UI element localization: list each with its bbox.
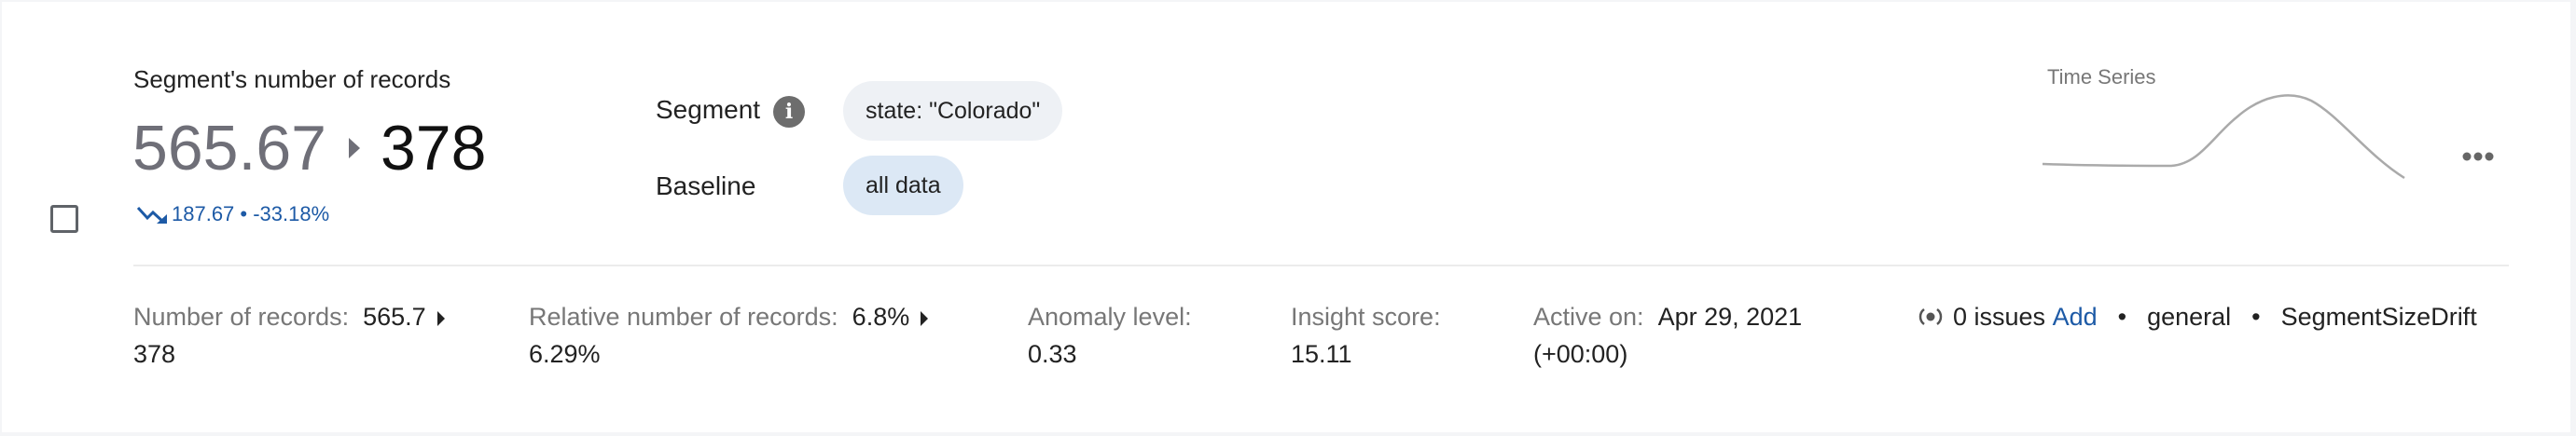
delta-summary: 187.67 • -33.18% <box>136 202 329 226</box>
value-change: 565.67 378 <box>132 112 486 184</box>
delta-value: 187.67 • -33.18% <box>172 202 330 225</box>
metric-old: 565.7 <box>363 303 426 331</box>
metric-label: Insight score: <box>1291 303 1441 331</box>
metric-anomaly: Anomaly level: 0.33 <box>1028 298 1192 373</box>
metric-new: 6.29% <box>529 340 601 368</box>
segment-chip[interactable]: state: "Colorado" <box>843 81 1063 141</box>
arrow-right-icon <box>348 138 360 158</box>
radio-signal-icon <box>1918 307 1943 325</box>
divider <box>133 265 2509 266</box>
metric-insight: Insight score: 15.11 <box>1291 298 1441 373</box>
metric-relative: Relative number of records: 6.8% 6.29% <box>529 298 929 373</box>
metric-new: 378 <box>133 340 176 368</box>
metric-label: Anomaly level: <box>1028 303 1192 331</box>
insight-card: Segment's number of records 565.67 378 18… <box>2 2 2570 432</box>
baseline-label: Baseline <box>656 171 756 200</box>
active-date: Apr 29, 2021 <box>1657 303 1803 331</box>
metric-active: Active on: Apr 29, 2021 (+00:00) <box>1533 298 1802 373</box>
metric-records: Number of records: 565.7 378 <box>133 298 445 373</box>
more-horizontal-icon[interactable] <box>2461 151 2495 162</box>
metric-value: 0.33 <box>1028 340 1077 368</box>
metric-label: Number of records: <box>133 303 350 331</box>
arrow-right-icon <box>436 310 445 326</box>
timeseries-sparkline[interactable] <box>2041 89 2414 192</box>
tag-general[interactable]: general <box>2147 303 2231 331</box>
active-timezone: (+00:00) <box>1533 340 1628 368</box>
arrow-right-icon <box>921 310 929 326</box>
metric-label: Active on: <box>1533 303 1644 331</box>
separator: • <box>2251 303 2261 331</box>
add-issue-link[interactable]: Add <box>2053 303 2098 331</box>
metric-old: 6.8% <box>852 303 910 331</box>
tag-insight-type[interactable]: SegmentSizeDrift <box>2281 303 2477 331</box>
timeseries-label: Time Series <box>2047 65 2156 89</box>
old-value: 565.67 <box>132 113 326 184</box>
card-title: Segment's number of records <box>133 65 451 93</box>
separator: • <box>2117 303 2127 331</box>
new-value: 378 <box>380 113 487 184</box>
metric-label: Relative number of records: <box>529 303 838 331</box>
info-icon[interactable]: i <box>773 96 805 128</box>
segment-label: Segment <box>656 95 761 124</box>
metric-value: 15.11 <box>1291 340 1352 368</box>
issues-count: 0 issues <box>1953 303 2046 331</box>
issue-meta: 0 issues Add • general • SegmentSizeDrift <box>1916 298 2477 335</box>
trending-down-icon <box>136 207 167 225</box>
select-checkbox[interactable] <box>50 205 78 233</box>
baseline-chip[interactable]: all data <box>843 156 963 215</box>
